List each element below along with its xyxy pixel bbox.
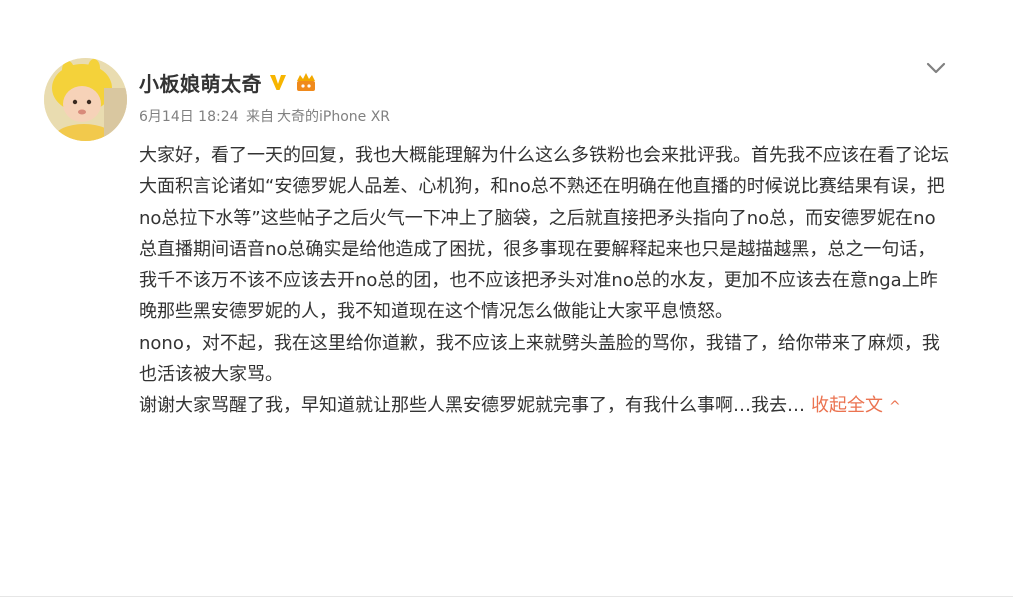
username-row: 小板娘萌太奇 bbox=[139, 66, 318, 98]
caret-up-icon[interactable]: ^ bbox=[889, 399, 901, 415]
source-prefix: 来自 bbox=[245, 109, 274, 125]
weibo-post-card: 小板娘萌太奇 6月14日 18:24 来自 大奇的iPhone XR 大家好，看了… bbox=[0, 0, 1013, 600]
post-content: 大家好，看了一天的回复，我也大概能理解为什么这么多铁粉也会来批评我。首先我不应该… bbox=[139, 140, 949, 424]
chevron-down-icon[interactable] bbox=[924, 60, 948, 76]
vip-v-icon[interactable] bbox=[268, 72, 288, 92]
user-avatar[interactable] bbox=[44, 58, 127, 141]
post-paragraph-3-text: 谢谢大家骂醒了我，早知道就让那些人黑安德罗妮就完事了，有我什么事啊…我去… bbox=[139, 395, 805, 417]
post-paragraph-1: 大家好，看了一天的回复，我也大概能理解为什么这么多铁粉也会来批评我。首先我不应该… bbox=[139, 145, 949, 323]
post-timestamp[interactable]: 6月14日 18:24 bbox=[139, 109, 239, 125]
username[interactable]: 小板娘萌太奇 bbox=[139, 68, 262, 97]
member-badge-icon[interactable] bbox=[294, 71, 318, 93]
avatar-image bbox=[44, 58, 127, 141]
post-paragraph-3: 谢谢大家骂醒了我，早知道就让那些人黑安德罗妮就完事了，有我什么事啊…我去… 收起全… bbox=[139, 390, 949, 423]
post-meta: 6月14日 18:24 来自 大奇的iPhone XR bbox=[139, 106, 390, 126]
divider bbox=[0, 596, 1013, 597]
post-source: 大奇的iPhone XR bbox=[276, 109, 391, 125]
post-paragraph-2: nono，对不起，我在这里给你道歉，我不应该上来就劈头盖脸的骂你，我错了，给你带… bbox=[139, 332, 940, 386]
collapse-full-text-link[interactable]: 收起全文 bbox=[811, 395, 883, 416]
